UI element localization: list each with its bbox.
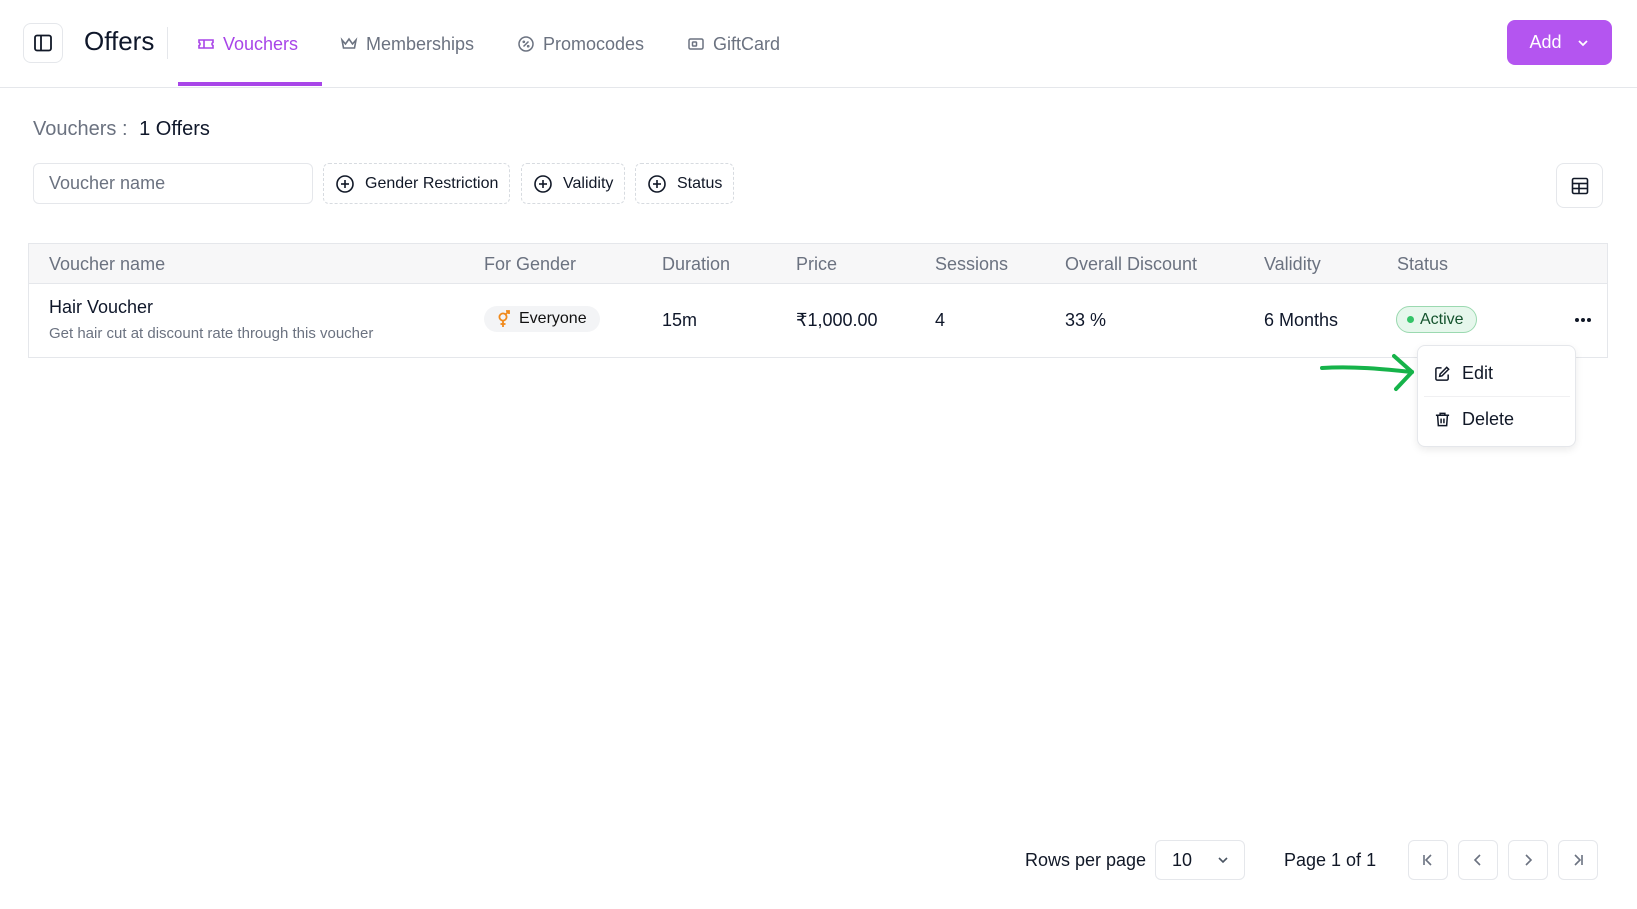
badge-percent-icon	[518, 36, 534, 52]
table-icon	[1571, 177, 1588, 194]
filter-label: Validity	[563, 174, 614, 192]
plus-circle-icon	[534, 174, 552, 193]
voucher-description: Get hair cut at discount rate through th…	[49, 325, 374, 342]
gender-icon	[498, 310, 510, 327]
vouchers-table: Voucher name For Gender Duration Price S…	[28, 243, 1608, 358]
rows-per-page-select[interactable]: 10	[1155, 840, 1245, 880]
tab-label: Vouchers	[223, 33, 299, 54]
active-tab-indicator	[178, 82, 322, 86]
plus-circle-icon	[336, 174, 354, 193]
top-bar: Offers Vouchers Memberships Promocodes G…	[0, 0, 1637, 88]
column-header-sessions[interactable]: Sessions	[935, 244, 1008, 284]
trash-icon	[1435, 412, 1450, 426]
chevron-left-icon	[1473, 854, 1481, 866]
edit-label: Edit	[1462, 362, 1494, 383]
tab-label: GiftCard	[713, 33, 781, 54]
previous-page-button[interactable]	[1458, 840, 1498, 880]
column-header-validity[interactable]: Validity	[1264, 244, 1321, 284]
tab-memberships[interactable]: Memberships	[340, 0, 474, 88]
sidebar-icon	[34, 34, 52, 52]
gender-label: Everyone	[519, 310, 587, 327]
gift-card-icon	[688, 38, 704, 50]
sessions-value: 4	[935, 310, 946, 330]
table-view-toggle-button[interactable]	[1556, 163, 1603, 208]
next-page-button[interactable]	[1508, 840, 1548, 880]
column-header-overall-discount[interactable]: Overall Discount	[1065, 244, 1197, 284]
summary-count: 1 Offers	[139, 118, 210, 140]
page-title: Offers	[84, 26, 155, 56]
last-page-button[interactable]	[1558, 840, 1598, 880]
column-header-duration[interactable]: Duration	[662, 244, 730, 284]
chevrons-first-icon	[1423, 854, 1432, 866]
column-header-voucher-name[interactable]: Voucher name	[49, 244, 165, 284]
voucher-name: Hair Voucher	[49, 297, 154, 317]
status-dot	[1407, 316, 1414, 323]
plus-circle-icon	[648, 174, 666, 193]
offers-summary: Vouchers : 1 Offers	[33, 118, 210, 141]
page-indicator: Page 1 of 1	[1284, 850, 1377, 870]
rows-per-page-label: Rows per page	[1025, 850, 1147, 870]
chevron-down-icon	[1577, 39, 1588, 46]
rows-per-page-value: 10	[1172, 849, 1193, 870]
delete-label: Delete	[1462, 408, 1515, 429]
annotation-arrow-icon	[1320, 354, 1414, 391]
title-divider	[167, 27, 168, 59]
discount-value: 33 %	[1065, 310, 1107, 330]
tab-giftcard[interactable]: GiftCard	[687, 0, 780, 88]
tab-label: Memberships	[366, 33, 475, 54]
delete-menu-item[interactable]: Delete	[1418, 396, 1575, 442]
voucher-name-search-input[interactable]	[33, 163, 313, 204]
table-header: Voucher name For Gender Duration Price S…	[29, 244, 1607, 284]
add-button-label: Add	[1529, 32, 1562, 52]
status-label: Active	[1420, 310, 1464, 328]
edit-icon	[1435, 365, 1450, 381]
tab-vouchers[interactable]: Vouchers	[197, 0, 298, 88]
chevron-down-icon	[1218, 857, 1228, 864]
ticket-icon	[198, 39, 214, 49]
validity-filter-button[interactable]: Validity	[521, 163, 626, 204]
column-header-for-gender[interactable]: For Gender	[484, 244, 576, 284]
more-horizontal-icon	[1575, 318, 1591, 322]
filter-label: Gender Restriction	[365, 174, 499, 192]
gender-badge: Everyone	[484, 306, 600, 332]
add-button[interactable]: Add	[1507, 20, 1612, 65]
filter-label: Status	[677, 174, 723, 192]
row-actions-button[interactable]	[1569, 310, 1597, 330]
crown-icon	[340, 37, 358, 49]
tab-promocodes[interactable]: Promocodes	[517, 0, 644, 88]
column-header-status[interactable]: Status	[1397, 244, 1448, 284]
first-page-button[interactable]	[1408, 840, 1448, 880]
chevron-right-icon	[1525, 854, 1533, 866]
price-value: ₹1,000.00	[796, 310, 878, 330]
validity-value: 6 Months	[1264, 310, 1339, 330]
duration-value: 15m	[662, 310, 698, 330]
gender-restriction-filter-button[interactable]: Gender Restriction	[323, 163, 511, 204]
tab-label: Promocodes	[543, 33, 645, 54]
sidebar-toggle-button[interactable]	[23, 23, 63, 63]
summary-label: Vouchers :	[33, 118, 128, 140]
status-badge: Active	[1396, 306, 1477, 333]
edit-menu-item[interactable]: Edit	[1418, 350, 1575, 396]
chevrons-last-icon	[1574, 854, 1583, 866]
status-filter-button[interactable]: Status	[635, 163, 735, 204]
row-actions-menu: Edit Delete	[1417, 345, 1576, 447]
column-header-price[interactable]: Price	[796, 244, 837, 284]
